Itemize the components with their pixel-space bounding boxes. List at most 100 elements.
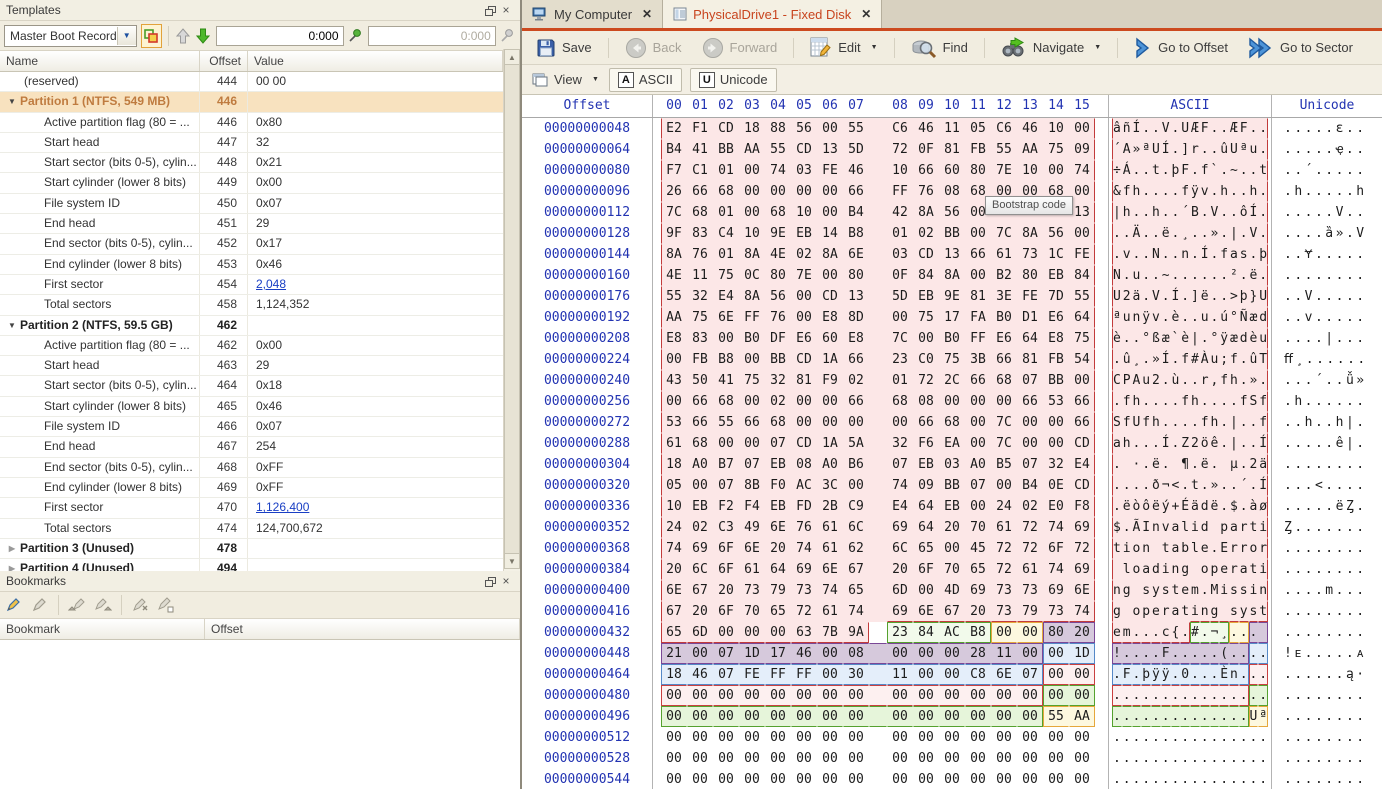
hex-byte[interactable]: 49 [739, 517, 765, 538]
ascii-char[interactable]: g [1180, 559, 1190, 580]
hex-byte[interactable]: 00 [939, 664, 965, 685]
hex-byte[interactable]: 07 [713, 664, 739, 685]
hex-byte[interactable]: 60 [817, 328, 843, 349]
hex-byte[interactable]: 10 [739, 223, 765, 244]
ascii-char[interactable]: 2 [1249, 454, 1259, 475]
hex-byte[interactable]: 80 [965, 160, 991, 181]
ascii-char[interactable]: . [1122, 265, 1132, 286]
ascii-char[interactable]: ÿ [1190, 181, 1200, 202]
delete-all-bookmarks-icon[interactable] [156, 595, 176, 615]
ascii-char[interactable]: . [1190, 265, 1200, 286]
ascii-char[interactable]: . [1122, 517, 1132, 538]
ascii-char[interactable]: . [1141, 454, 1151, 475]
ascii-char[interactable]: . [1171, 139, 1181, 160]
hex-byte[interactable]: 00 [1043, 643, 1069, 664]
hex-byte[interactable]: 75 [687, 307, 713, 328]
hex-byte[interactable]: 00 [1017, 622, 1043, 643]
ascii-char[interactable]: o [1249, 538, 1259, 559]
hex-byte[interactable]: 00 [913, 685, 939, 706]
ascii-char[interactable]: . [1239, 223, 1249, 244]
hex-byte[interactable]: F4 [739, 496, 765, 517]
ascii-char[interactable]: a [1112, 433, 1122, 454]
ascii-char[interactable]: ] [1190, 286, 1200, 307]
hex-byte[interactable]: BB [1043, 370, 1069, 391]
ascii-char[interactable]: . [1161, 454, 1171, 475]
ascii-char[interactable]: ø [1258, 496, 1268, 517]
hex-offset[interactable]: 00000000320 [522, 475, 653, 496]
hex-byte[interactable]: 81 [965, 286, 991, 307]
hex-offset[interactable]: 00000000064 [522, 139, 653, 160]
hex-byte[interactable]: 00 [991, 622, 1017, 643]
hex-byte[interactable]: 64 [913, 496, 939, 517]
ascii-char[interactable]: V [1210, 202, 1220, 223]
ascii-char[interactable]: ´ [1180, 202, 1190, 223]
hex-byte[interactable]: 72 [991, 538, 1017, 559]
hex-byte[interactable]: 11 [687, 265, 713, 286]
hex-byte[interactable]: 7D [1043, 286, 1069, 307]
ascii-char[interactable]: . [1190, 244, 1200, 265]
hex-byte[interactable]: 00 [991, 685, 1017, 706]
hex-unicode-text[interactable]: ..V..... [1272, 286, 1382, 307]
hex-byte[interactable]: 84 [913, 622, 939, 643]
hex-byte[interactable]: A0 [965, 454, 991, 475]
ascii-char[interactable]: . [1180, 307, 1190, 328]
hex-byte[interactable]: 00 [661, 706, 687, 727]
hex-byte[interactable]: 00 [1017, 685, 1043, 706]
hex-unicode-text[interactable]: ..h..h|. [1272, 412, 1382, 433]
hex-byte[interactable]: 00 [913, 643, 939, 664]
hex-byte[interactable]: 75 [939, 349, 965, 370]
hex-byte[interactable]: 6C [687, 559, 713, 580]
template-row[interactable]: First sector4542,048 [0, 275, 503, 295]
ascii-char[interactable]: . [1229, 202, 1239, 223]
template-row[interactable]: ▼Partition 1 (NTFS, 549 MB)446 [0, 92, 503, 112]
ascii-char[interactable]: . [1229, 181, 1239, 202]
hex-byte[interactable]: FE [817, 160, 843, 181]
hex-byte[interactable]: 01 [887, 223, 913, 244]
hex-byte[interactable]: B0 [739, 328, 765, 349]
hex-byte[interactable]: 00 [765, 622, 791, 643]
ascii-char[interactable]: { [1171, 622, 1181, 643]
ascii-char[interactable]: ô [1141, 496, 1151, 517]
ascii-char[interactable]: » [1249, 370, 1259, 391]
hex-unicode-text[interactable]: ........ [1272, 454, 1382, 475]
ascii-char[interactable]: . [1210, 769, 1220, 789]
hex-byte[interactable]: 00 [991, 727, 1017, 748]
hex-byte[interactable]: 66 [913, 412, 939, 433]
ascii-char[interactable]: . [1190, 748, 1200, 769]
ascii-char[interactable]: . [1200, 223, 1210, 244]
hex-unicode-text[interactable]: .....ê|. [1272, 433, 1382, 454]
hex-byte[interactable]: 00 [939, 727, 965, 748]
hex-byte[interactable]: 75 [1043, 139, 1069, 160]
ascii-char[interactable]: À [1200, 349, 1210, 370]
hex-byte[interactable]: 88 [765, 118, 791, 139]
ascii-char[interactable]: . [1200, 475, 1210, 496]
ascii-char[interactable]: . [1258, 685, 1268, 706]
chevron-right-icon[interactable]: ▶ [4, 539, 20, 558]
ascii-char[interactable]: 2 [1151, 370, 1161, 391]
hex-byte[interactable]: 80 [1043, 622, 1069, 643]
hex-byte[interactable]: 81 [939, 139, 965, 160]
hex-byte[interactable]: 00 [965, 265, 991, 286]
ascii-char[interactable]: . [1258, 664, 1268, 685]
hex-byte[interactable]: 00 [1069, 685, 1095, 706]
hex-byte[interactable]: 05 [965, 118, 991, 139]
hex-byte[interactable]: 8A [817, 244, 843, 265]
hex-byte[interactable]: C8 [965, 664, 991, 685]
hex-byte[interactable]: 00 [965, 496, 991, 517]
hex-byte[interactable]: 46 [791, 643, 817, 664]
ascii-char[interactable]: Í [1258, 475, 1268, 496]
hex-byte[interactable]: B5 [991, 454, 1017, 475]
hex-offset[interactable]: 00000000544 [522, 769, 653, 789]
hex-byte[interactable]: 00 [817, 685, 843, 706]
ascii-char[interactable]: i [1258, 559, 1268, 580]
hex-byte[interactable]: 1D [1069, 643, 1095, 664]
hex-offset[interactable]: 00000000144 [522, 244, 653, 265]
ascii-char[interactable]: . [1258, 202, 1268, 223]
close-tab-icon[interactable]: ✕ [642, 7, 652, 21]
ascii-char[interactable]: . [1141, 391, 1151, 412]
ascii-char[interactable]: . [1200, 748, 1210, 769]
hex-unicode-text[interactable]: ...´..ǚ» [1272, 370, 1382, 391]
hex-byte[interactable]: FF [791, 664, 817, 685]
hex-byte[interactable]: 68 [939, 412, 965, 433]
ascii-char[interactable]: p [1141, 601, 1151, 622]
